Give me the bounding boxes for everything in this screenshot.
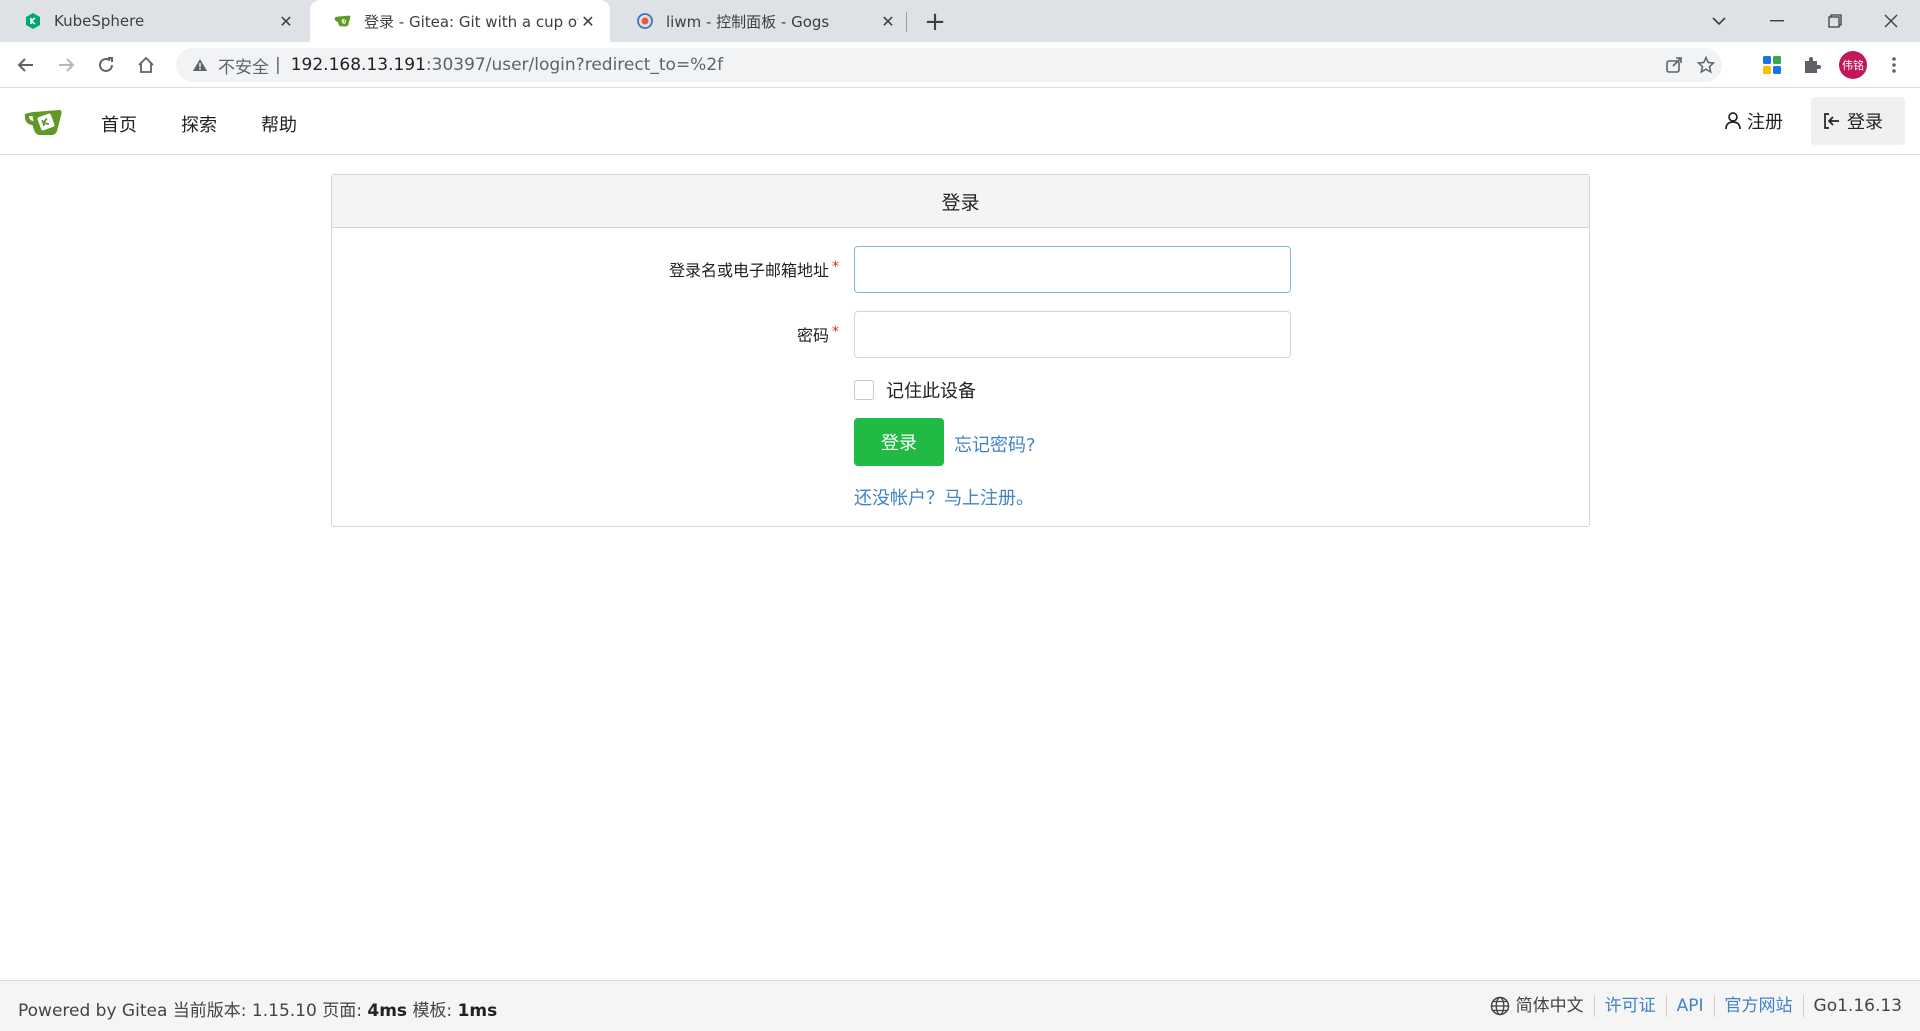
- nav-login-label: 登录: [1847, 112, 1883, 133]
- url-host: 192.168.13.191: [290, 55, 426, 75]
- url-path: :30397/user/login?redirect_to=%2f: [425, 55, 724, 75]
- api-link[interactable]: API: [1677, 996, 1704, 1016]
- globe-icon: [1490, 996, 1509, 1016]
- forgot-password-link[interactable]: 忘记密码?: [954, 431, 1036, 457]
- go-version: Go1.16.13: [1813, 996, 1902, 1016]
- tab-gitea-login[interactable]: 登录 - Gitea: Git with a cup of t ✕: [310, 0, 610, 42]
- new-tab-button[interactable]: +: [922, 7, 948, 37]
- tab-separator: [906, 12, 907, 32]
- nav-explore[interactable]: 探索: [181, 111, 217, 137]
- share-icon[interactable]: [1664, 55, 1684, 75]
- remember-label: 记住此设备: [886, 381, 976, 402]
- forward-button[interactable]: [50, 49, 82, 81]
- username-input[interactable]: [854, 246, 1291, 293]
- security-status: 不安全: [218, 57, 269, 78]
- username-label: 登录名或电子邮箱地址 *: [668, 259, 839, 280]
- login-card: 登录 登录名或电子邮箱地址 * 密码 * 记住此设备 登录 忘记密码? 还没帐户？马…: [331, 174, 1590, 527]
- sign-in-icon: [1823, 112, 1841, 130]
- gitea-icon: [334, 12, 352, 30]
- tab-title: liwm - 控制面板 - Gogs: [666, 12, 830, 31]
- page-time-label: 页面:: [322, 1001, 362, 1021]
- password-input[interactable]: [854, 311, 1291, 358]
- extensions-button[interactable]: [1796, 49, 1828, 81]
- restore-icon: [1828, 14, 1842, 28]
- browser-tab-strip: KubeSphere ✕ 登录 - Gitea: Git with a cup …: [0, 0, 1920, 42]
- remember-device[interactable]: 记住此设备: [854, 377, 976, 403]
- required-mark: *: [832, 324, 839, 340]
- page-footer: Powered by Gitea 当前版本: 1.15.10 页面: 4ms 模…: [0, 980, 1920, 1031]
- tab-search-button[interactable]: [1690, 0, 1748, 42]
- password-label: 密码 *: [796, 324, 839, 345]
- nav-home[interactable]: 首页: [101, 111, 137, 137]
- home-button[interactable]: [130, 49, 162, 81]
- nav-register[interactable]: 注册: [1713, 97, 1795, 145]
- profile-avatar[interactable]: 伟铭: [1839, 51, 1867, 79]
- close-icon: [1884, 14, 1898, 28]
- minimize-button[interactable]: [1748, 0, 1806, 42]
- back-button[interactable]: [10, 49, 42, 81]
- template-time-label: 模板:: [412, 1001, 453, 1021]
- reload-icon: [99, 57, 113, 72]
- required-mark: *: [832, 259, 839, 275]
- kubesphere-icon: [24, 12, 42, 30]
- tab-kubesphere[interactable]: KubeSphere ✕: [0, 0, 308, 42]
- chevron-down-icon: [1712, 17, 1726, 26]
- reload-button[interactable]: [90, 49, 122, 81]
- language-selector[interactable]: 简体中文: [1480, 995, 1594, 1017]
- gogs-icon: [636, 12, 654, 30]
- tab-title: KubeSphere: [54, 12, 145, 30]
- tab-gogs[interactable]: liwm - 控制面板 - Gogs ✕: [612, 0, 910, 42]
- login-submit-button[interactable]: 登录: [854, 418, 944, 466]
- template-time-value: 1ms: [457, 1001, 498, 1021]
- warning-icon[interactable]: [192, 58, 208, 72]
- language-label: 简体中文: [1515, 996, 1584, 1016]
- license-link[interactable]: 许可证: [1605, 996, 1656, 1016]
- extension-app-icon: [1763, 56, 1781, 74]
- register-link[interactable]: 还没帐户？马上注册。: [854, 484, 1034, 510]
- tab-title: 登录 - Gitea: Git with a cup of t: [364, 12, 578, 31]
- arrow-left-icon: [17, 58, 33, 72]
- remember-checkbox[interactable]: [854, 380, 874, 400]
- address-separator: |: [275, 55, 281, 75]
- browser-toolbar: 不安全 | 192.168.13.191 :30397/user/login?r…: [0, 42, 1920, 88]
- close-icon[interactable]: ✕: [878, 11, 898, 31]
- menu-button[interactable]: [1878, 49, 1910, 81]
- star-icon[interactable]: [1696, 55, 1716, 75]
- user-icon: [1725, 112, 1741, 130]
- login-card-title: 登录: [332, 175, 1589, 228]
- footer-info: Powered by Gitea 当前版本: 1.15.10 页面: 4ms 模…: [18, 996, 497, 1021]
- home-icon: [138, 56, 154, 73]
- nav-register-label: 注册: [1747, 112, 1783, 133]
- nav-login[interactable]: 登录: [1811, 97, 1905, 145]
- close-icon[interactable]: ✕: [578, 11, 598, 31]
- extension-button[interactable]: [1756, 49, 1788, 81]
- version-label: 当前版本:: [172, 1001, 247, 1021]
- page-time-value: 4ms: [367, 1001, 408, 1021]
- gitea-logo-icon[interactable]: [24, 105, 64, 139]
- puzzle-icon: [1805, 57, 1821, 73]
- minimize-icon: [1770, 20, 1784, 22]
- footer-links: 简体中文 许可证 API 官方网站 Go1.16.13: [1480, 995, 1902, 1017]
- restore-button[interactable]: [1806, 0, 1864, 42]
- more-vert-icon: [1892, 57, 1896, 73]
- close-icon[interactable]: ✕: [276, 11, 296, 31]
- close-window-button[interactable]: [1862, 0, 1920, 42]
- arrow-right-icon: [59, 58, 75, 72]
- site-navbar: 首页 探索 帮助 注册 登录: [0, 89, 1920, 155]
- website-link[interactable]: 官方网站: [1725, 996, 1793, 1016]
- nav-help[interactable]: 帮助: [261, 111, 297, 137]
- version-value: 1.15.10: [251, 1001, 317, 1021]
- powered-by: Powered by Gitea: [18, 1001, 168, 1021]
- address-bar[interactable]: 不安全 | 192.168.13.191 :30397/user/login?r…: [176, 48, 1722, 82]
